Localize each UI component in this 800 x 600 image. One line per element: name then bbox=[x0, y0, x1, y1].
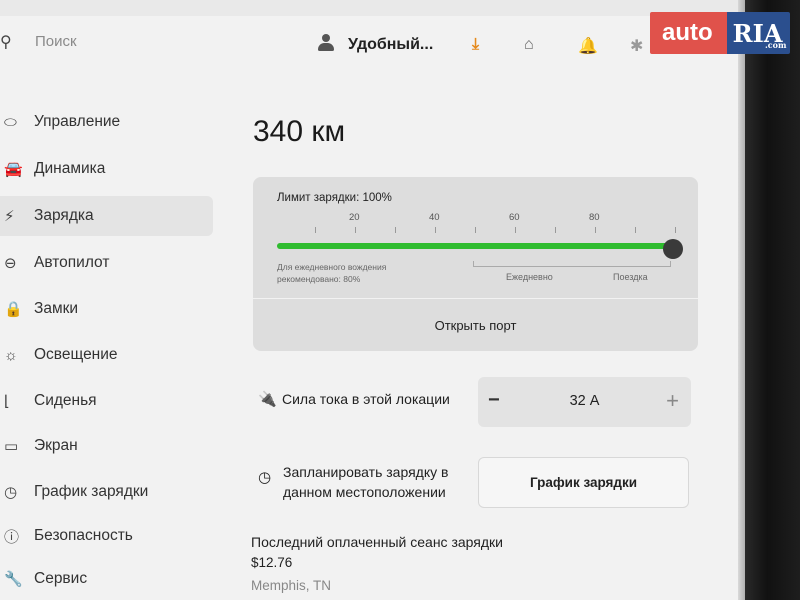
slider-tick bbox=[675, 227, 676, 233]
screen-icon: ▭ bbox=[4, 438, 19, 455]
sidebar-item-label: Автопилот bbox=[34, 254, 110, 271]
last-session-price: $12.76 bbox=[251, 555, 293, 570]
search-icon[interactable]: ⚲ bbox=[0, 32, 12, 52]
amps-stepper: − 32 А + bbox=[478, 377, 691, 427]
sidebar-item-label: Экран bbox=[34, 437, 78, 454]
garage-icon[interactable]: ⌂ bbox=[524, 36, 534, 54]
sidebar-item-label: Безопасность bbox=[34, 527, 133, 544]
amps-row: 🔌 Сила тока в этой локации bbox=[258, 390, 450, 408]
sidebar-item-label: Освещение bbox=[34, 346, 118, 363]
slider-tick bbox=[475, 227, 476, 233]
charge-slider-track[interactable] bbox=[277, 243, 675, 249]
schedule-label: Запланировать зарядку в данном местополо… bbox=[283, 464, 449, 500]
tick-label-80: 80 bbox=[589, 212, 600, 223]
clock-icon: ◷ bbox=[4, 484, 18, 501]
watermark-ria: RIA .com bbox=[726, 12, 791, 54]
sidebar-item-label: Динамика bbox=[34, 160, 106, 177]
sidebar-item-info[interactable]: ⓘ Безопасность bbox=[0, 516, 213, 556]
info-icon: ⓘ bbox=[4, 528, 20, 546]
charge-limit-label: Лимит зарядки: 100% bbox=[277, 192, 392, 204]
sidebar-item-label: Управление bbox=[34, 113, 121, 130]
slider-tick bbox=[595, 227, 596, 233]
sidebar-item-label: Сервис bbox=[34, 570, 88, 587]
car-icon: 🚘 bbox=[4, 161, 23, 178]
sidebar-item-screen[interactable]: ▭ Экран bbox=[0, 426, 213, 466]
clock-icon: ◷ bbox=[258, 469, 272, 486]
daily-note-line1: Для ежедневного вождения bbox=[277, 262, 387, 272]
sidebar-item-sun[interactable]: ☼ Освещение bbox=[0, 335, 213, 375]
screen-bezel bbox=[745, 0, 800, 600]
sidebar-item-car[interactable]: 🚘 Динамика bbox=[0, 149, 213, 189]
last-session-title: Последний оплаченный сеанс зарядки bbox=[251, 534, 503, 550]
range-display: 340 км bbox=[253, 115, 346, 148]
slider-tick bbox=[515, 227, 516, 233]
lock-icon: 🔒 bbox=[4, 301, 23, 318]
wrench-icon: 🔧 bbox=[4, 571, 23, 588]
sidebar-item-clock[interactable]: ◷ График зарядки bbox=[0, 472, 213, 512]
slider-tick bbox=[355, 227, 356, 233]
charge-slider-knob[interactable] bbox=[663, 239, 683, 259]
bolt-icon: ⚡ bbox=[4, 208, 15, 225]
screen: ⚲ Поиск Удобный... ⤓ ⌂ 🔔 ✱ ✕ ⬭Управление… bbox=[0, 0, 745, 600]
sun-icon: ☼ bbox=[4, 346, 18, 364]
seat-icon: ⌊ bbox=[4, 393, 10, 410]
toggle-icon: ⬭ bbox=[4, 113, 17, 131]
bluetooth-icon[interactable]: ✱ bbox=[630, 36, 643, 56]
charge-limit-card: Лимит зарядки: 100% 20 40 60 80 Для ежед… bbox=[253, 177, 698, 351]
search-input[interactable]: Поиск bbox=[35, 33, 77, 50]
steering-wheel-icon: ⊖ bbox=[4, 255, 17, 272]
tick-label-40: 40 bbox=[429, 212, 440, 223]
watermark-com: .com bbox=[765, 40, 787, 50]
sidebar-item-toggle[interactable]: ⬭ Управление bbox=[0, 102, 213, 142]
watermark-auto: auto bbox=[650, 12, 727, 54]
sidebar-item-label: Зарядка bbox=[34, 207, 94, 224]
profile-name[interactable]: Удобный... bbox=[348, 36, 433, 54]
sidebar-item-seat[interactable]: ⌊ Сиденья bbox=[0, 381, 213, 421]
daily-label: Ежедневно bbox=[506, 272, 553, 282]
trip-label: Поездка bbox=[613, 272, 648, 282]
sidebar-item-wrench[interactable]: 🔧 Сервис bbox=[0, 559, 213, 599]
sidebar-item-label: Сиденья bbox=[34, 392, 97, 409]
last-session-location: Memphis, TN bbox=[251, 578, 332, 593]
plug-icon: 🔌 bbox=[258, 391, 277, 408]
download-icon[interactable]: ⤓ bbox=[472, 36, 479, 54]
watermark-logo: auto RIA .com bbox=[650, 12, 791, 54]
slider-tick bbox=[635, 227, 636, 233]
sidebar-item-steering-wheel[interactable]: ⊖ Автопилот bbox=[0, 243, 213, 283]
slider-tick bbox=[395, 227, 396, 233]
sidebar-item-label: График зарядки bbox=[34, 483, 149, 500]
daily-note-line2: рекомендовано: 80% bbox=[277, 274, 361, 284]
profile-icon[interactable] bbox=[318, 34, 334, 52]
bell-icon[interactable]: 🔔 bbox=[578, 36, 598, 56]
range-bracket bbox=[473, 261, 671, 267]
amps-increase-button[interactable]: + bbox=[666, 388, 679, 414]
slider-tick bbox=[435, 227, 436, 233]
sidebar-item-label: Замки bbox=[34, 300, 79, 317]
schedule-charging-button[interactable]: График зарядки bbox=[478, 457, 689, 508]
top-strip bbox=[0, 0, 745, 16]
amps-value: 32 А bbox=[569, 393, 600, 409]
open-port-button[interactable]: Открыть порт bbox=[253, 299, 698, 351]
sidebar-item-lock[interactable]: 🔒 Замки bbox=[0, 289, 213, 329]
tick-label-60: 60 bbox=[509, 212, 520, 223]
slider-tick bbox=[555, 227, 556, 233]
daily-recommendation: Для ежедневного вождения рекомендовано: … bbox=[277, 261, 386, 285]
amps-label: Сила тока в этой локации bbox=[282, 391, 450, 407]
sidebar-item-bolt[interactable]: ⚡ Зарядка bbox=[0, 196, 213, 236]
tick-label-20: 20 bbox=[349, 212, 360, 223]
slider-tick bbox=[315, 227, 316, 233]
charge-slider-fill bbox=[277, 243, 675, 249]
